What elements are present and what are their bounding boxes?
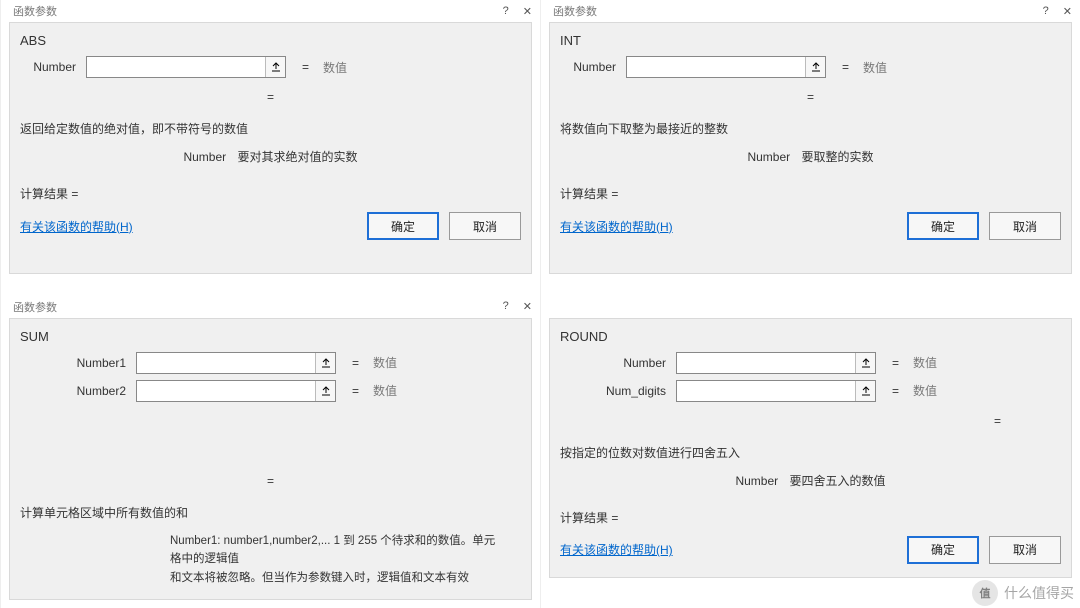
- number2-input[interactable]: [137, 381, 315, 401]
- value-hint: 数值: [913, 354, 937, 371]
- calc-result-label: 计算结果 =: [560, 509, 1061, 526]
- number-input-wrap[interactable]: [676, 352, 876, 374]
- ok-button[interactable]: 确定: [907, 212, 979, 240]
- dialog-title: 函数参数: [553, 3, 597, 19]
- help-link[interactable]: 有关该函数的帮助(H): [560, 541, 673, 558]
- number1-input[interactable]: [137, 353, 315, 373]
- result-preview-eq: =: [20, 84, 521, 114]
- function-name: SUM: [20, 329, 521, 344]
- number-input-wrap[interactable]: [86, 56, 286, 78]
- number-input[interactable]: [87, 57, 265, 77]
- help-link[interactable]: 有关该函数的帮助(H): [20, 218, 133, 235]
- equals-sign: =: [342, 356, 367, 370]
- param-text: 要四舍五入的数值: [790, 474, 886, 488]
- ok-button[interactable]: 确定: [907, 536, 979, 564]
- help-icon[interactable]: ?: [1043, 5, 1049, 18]
- number-input[interactable]: [627, 57, 805, 77]
- watermark-text: 什么值得买: [1004, 583, 1074, 603]
- help-icon[interactable]: ?: [503, 5, 509, 18]
- dialog-titlebar: 函数参数 ? ✕: [1, 0, 540, 22]
- param-long-description: Number1: number1,number2,... 1 到 255 个待求…: [20, 532, 521, 587]
- watermark-badge-icon: 值: [972, 580, 998, 606]
- param-name: Number: [747, 150, 790, 164]
- arg-label-number1: Number1: [20, 356, 130, 370]
- cancel-button[interactable]: 取消: [989, 536, 1061, 564]
- number-input[interactable]: [677, 353, 855, 373]
- dialog-title: 函数参数: [13, 299, 57, 315]
- param-name: Number: [183, 150, 226, 164]
- equals-sign: =: [342, 384, 367, 398]
- calc-result-label: 计算结果 =: [20, 185, 521, 202]
- range-select-icon[interactable]: [805, 57, 825, 77]
- function-description: 返回给定数值的绝对值，即不带符号的数值: [20, 120, 521, 138]
- equals-sign: =: [882, 384, 907, 398]
- arg-label-number2: Number2: [20, 384, 130, 398]
- numdigits-input[interactable]: [677, 381, 855, 401]
- ok-button[interactable]: 确定: [367, 212, 439, 240]
- dialog-titlebar: 函数参数 ? ✕: [1, 296, 540, 318]
- help-icon[interactable]: ?: [503, 300, 509, 313]
- value-hint: 数值: [373, 382, 397, 399]
- result-preview-eq: =: [20, 468, 521, 498]
- help-link[interactable]: 有关该函数的帮助(H): [560, 218, 673, 235]
- arg-label-number: Number: [560, 60, 620, 74]
- param-description: Number 要对其求绝对值的实数: [20, 148, 521, 165]
- result-preview-eq: =: [560, 84, 1061, 114]
- calc-result-label: 计算结果 =: [560, 185, 1061, 202]
- equals-sign: =: [292, 60, 317, 74]
- param-name: Number: [735, 474, 778, 488]
- function-description: 将数值向下取整为最接近的整数: [560, 120, 1061, 138]
- cancel-button[interactable]: 取消: [989, 212, 1061, 240]
- equals-sign: =: [882, 356, 907, 370]
- dialog-titlebar: 函数参数 ? ✕: [541, 0, 1080, 22]
- number1-input-wrap[interactable]: [136, 352, 336, 374]
- arg-label-numdigits: Num_digits: [560, 384, 670, 398]
- number-input-wrap[interactable]: [626, 56, 826, 78]
- function-name: INT: [560, 33, 1061, 48]
- equals-sign: =: [832, 60, 857, 74]
- value-hint: 数值: [863, 59, 887, 76]
- watermark: 值 什么值得买: [972, 580, 1074, 606]
- dialog-titlebar: [541, 296, 1080, 318]
- range-select-icon[interactable]: [855, 353, 875, 373]
- function-name: ABS: [20, 33, 521, 48]
- close-icon[interactable]: ✕: [523, 5, 532, 18]
- number2-input-wrap[interactable]: [136, 380, 336, 402]
- result-preview-eq: =: [560, 408, 1061, 438]
- function-description: 计算单元格区域中所有数值的和: [20, 504, 521, 522]
- value-hint: 数值: [913, 382, 937, 399]
- function-name: ROUND: [560, 329, 1061, 344]
- arg-label-number: Number: [560, 356, 670, 370]
- function-description: 按指定的位数对数值进行四舍五入: [560, 444, 1061, 462]
- close-icon[interactable]: ✕: [523, 300, 532, 313]
- range-select-icon[interactable]: [265, 57, 285, 77]
- param-text: 要对其求绝对值的实数: [238, 150, 358, 164]
- range-select-icon[interactable]: [855, 381, 875, 401]
- value-hint: 数值: [323, 59, 347, 76]
- param-text: 要取整的实数: [802, 150, 874, 164]
- range-select-icon[interactable]: [315, 381, 335, 401]
- dialog-title: 函数参数: [13, 3, 57, 19]
- numdigits-input-wrap[interactable]: [676, 380, 876, 402]
- param-description: Number 要取整的实数: [560, 148, 1061, 165]
- cancel-button[interactable]: 取消: [449, 212, 521, 240]
- range-select-icon[interactable]: [315, 353, 335, 373]
- value-hint: 数值: [373, 354, 397, 371]
- close-icon[interactable]: ✕: [1063, 5, 1072, 18]
- param-description: Number 要四舍五入的数值: [560, 472, 1061, 489]
- arg-label-number: Number: [20, 60, 80, 74]
